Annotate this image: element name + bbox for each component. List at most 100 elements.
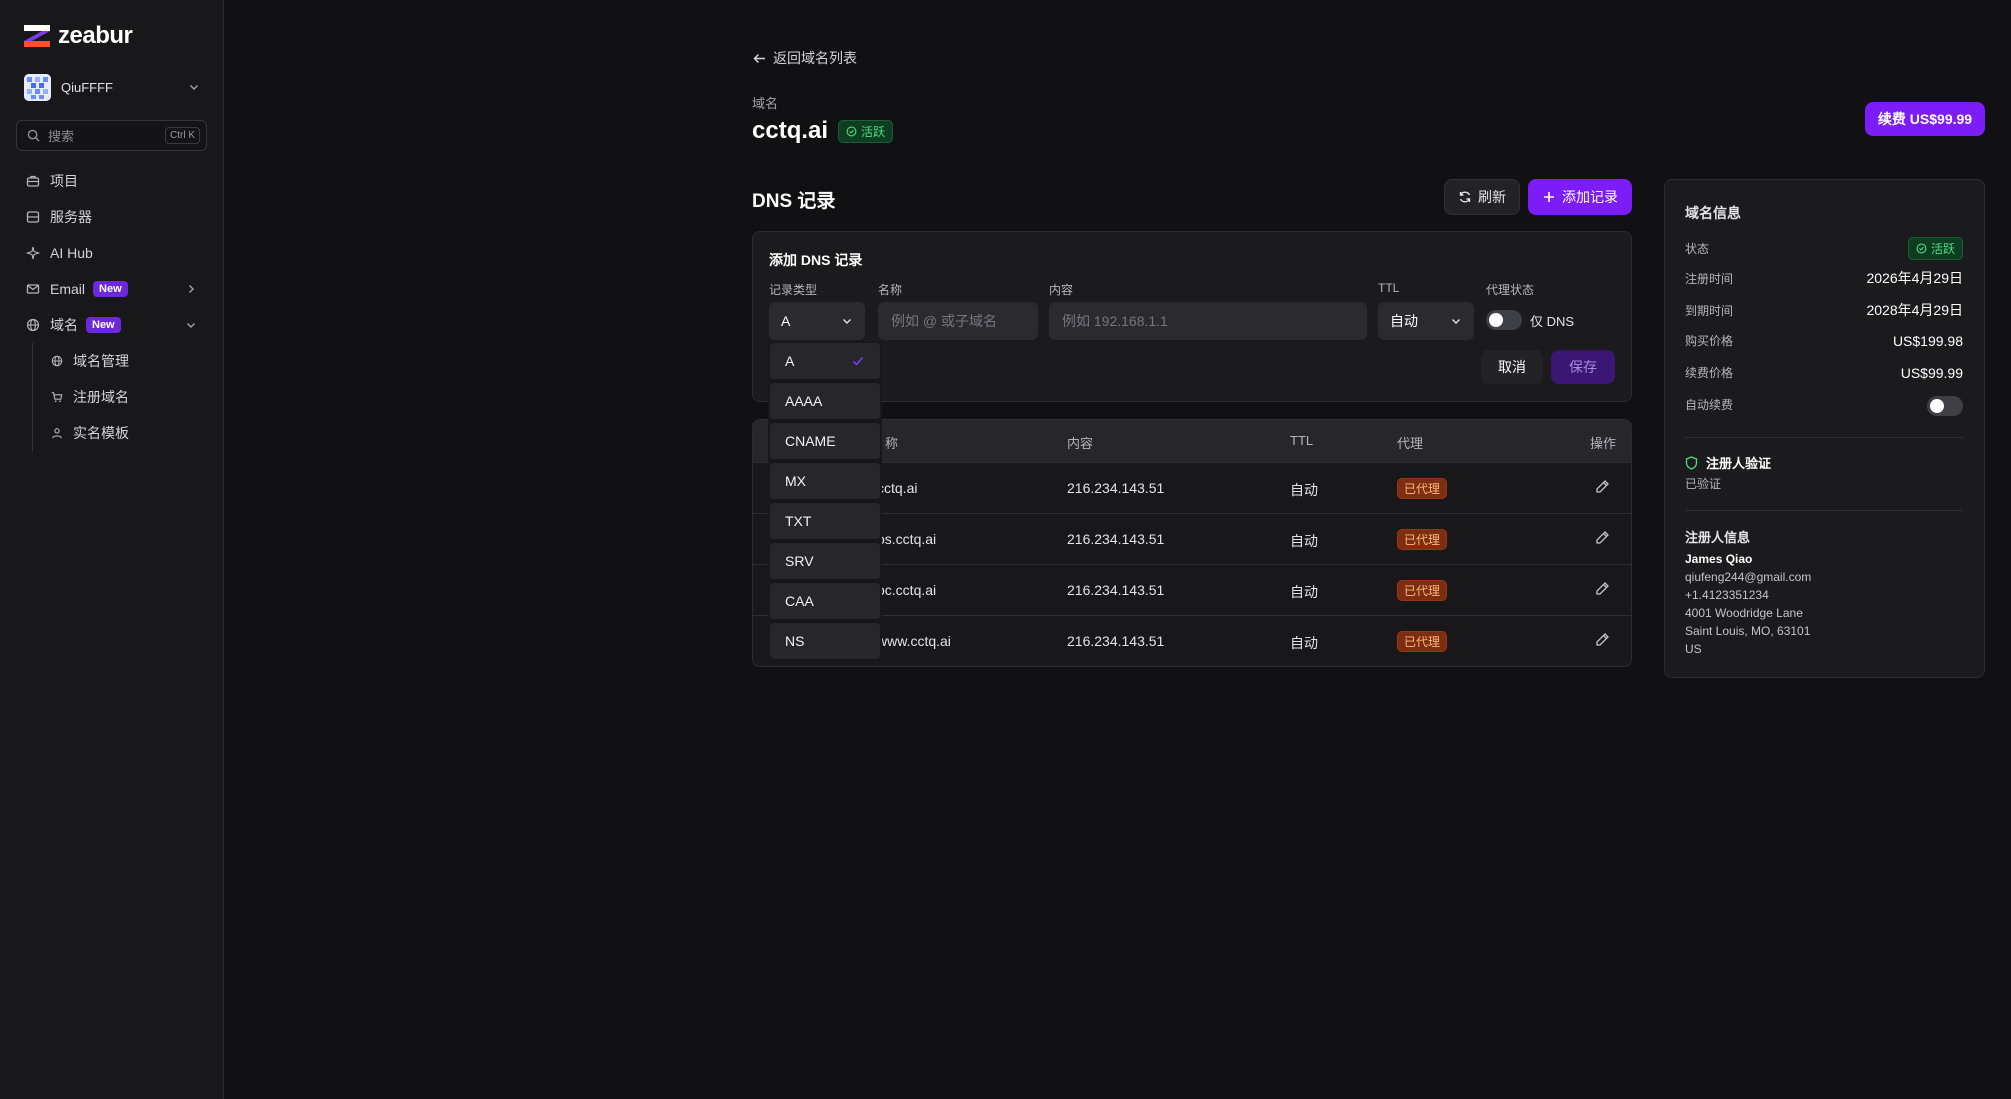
dropdown-option-a[interactable]: A <box>770 343 880 379</box>
status-badge: 活跃 <box>1907 237 1963 260</box>
record-type-value: A <box>781 313 791 329</box>
registrant-email: qiufeng244@gmail.com <box>1685 570 1812 584</box>
briefcase-icon <box>26 175 40 187</box>
sidebar-item-label: 域名 <box>50 317 78 333</box>
proxied-badge: 已代理 <box>1397 580 1448 601</box>
record-type-select[interactable]: A <box>769 302 865 340</box>
registrant-name: James Qiao <box>1685 552 1753 566</box>
search-shortcut: Ctrl K <box>165 127 200 144</box>
domain-label: 域名 <box>752 96 779 111</box>
column-header-proxy: 代理 <box>1397 436 1424 451</box>
record-ttl: 自动 <box>1290 584 1318 600</box>
content-input[interactable]: 例如 192.168.1.1 <box>1049 302 1367 340</box>
dropdown-option-cname[interactable]: CNAME <box>770 423 880 459</box>
name-placeholder: 例如 @ 或子域名 <box>891 313 997 329</box>
record-name: cctq.ai <box>877 480 918 496</box>
dropdown-option-ns[interactable]: NS <box>770 623 880 659</box>
sidebar-item-domain-management[interactable]: 域名管理 <box>41 343 207 379</box>
renew-button[interactable]: 续费 US$99.99 <box>1865 102 1985 136</box>
record-content: 216.234.143.51 <box>1067 480 1165 496</box>
info-row-renew-price: 续费价格 US$99.99 <box>1685 364 1963 381</box>
sidebar-item-label: 域名管理 <box>73 353 129 369</box>
team-name: QiuFFFF <box>61 79 113 95</box>
sidebar-item-domains[interactable]: 域名 New <box>16 307 207 343</box>
search-input[interactable]: 搜索 Ctrl K <box>16 120 207 151</box>
table-row[interactable]: oc.cctq.ai 216.234.143.51 自动 已代理 <box>753 564 1631 615</box>
info-row-expires: 到期时间 2028年4月29日 <box>1685 302 1963 318</box>
content-label: 内容 <box>1049 283 1074 297</box>
sidebar-item-label: 注册域名 <box>73 389 129 405</box>
sparkle-icon <box>26 246 40 260</box>
sidebar-item-email[interactable]: Email New <box>16 271 207 307</box>
name-label: 名称 <box>878 283 903 297</box>
ttl-select[interactable]: 自动 <box>1378 302 1474 340</box>
ttl-value: 自动 <box>1390 313 1418 329</box>
verification-status: 已验证 <box>1685 477 1722 491</box>
search-icon <box>27 129 40 142</box>
chevron-down-icon <box>187 323 195 328</box>
edit-pencil-icon[interactable] <box>1595 632 1610 647</box>
form-title: 添加 DNS 记录 <box>769 252 863 268</box>
table-row[interactable]: cctq.ai 216.234.143.51 自动 已代理 <box>753 462 1631 513</box>
record-content: 216.234.143.51 <box>1067 531 1165 547</box>
dropdown-option-aaaa[interactable]: AAAA <box>770 383 880 419</box>
registrant-country: US <box>1685 642 1702 656</box>
column-header-content: 内容 <box>1067 436 1094 451</box>
refresh-button[interactable]: 刷新 <box>1444 179 1520 215</box>
record-ttl: 自动 <box>1290 533 1318 549</box>
cart-icon <box>51 392 63 403</box>
table-row[interactable]: www.cctq.ai 216.234.143.51 自动 已代理 <box>753 615 1631 666</box>
sidebar-item-ai-hub[interactable]: AI Hub <box>16 235 207 271</box>
domain-name: cctq.ai <box>752 117 829 144</box>
name-input[interactable]: 例如 @ 或子域名 <box>878 302 1038 340</box>
info-title: 域名信息 <box>1685 205 1741 221</box>
cancel-button[interactable]: 取消 <box>1481 350 1543 384</box>
dropdown-option-txt[interactable]: TXT <box>770 503 880 539</box>
record-name: www.cctq.ai <box>877 633 951 649</box>
record-ttl: 自动 <box>1290 635 1318 651</box>
proxy-status-field: 仅 DNS <box>1486 310 1574 330</box>
back-to-domain-list-link[interactable]: 返回域名列表 <box>752 48 857 68</box>
team-switcher[interactable]: QiuFFFF <box>24 73 200 101</box>
record-content: 216.234.143.51 <box>1067 582 1165 598</box>
save-button[interactable]: 保存 <box>1551 350 1615 384</box>
registrant-info-title: 注册人信息 <box>1685 530 1751 545</box>
proxied-badge: 已代理 <box>1397 529 1448 550</box>
shield-icon <box>1685 455 1698 470</box>
domain-title: cctq.ai 活跃 <box>752 117 894 145</box>
sidebar-item-register-domain[interactable]: 注册域名 <box>41 379 207 415</box>
search-placeholder: 搜索 <box>48 129 75 144</box>
registrant-verification-title: 注册人验证 <box>1685 453 1771 472</box>
auto-renew-toggle[interactable] <box>1927 396 1963 416</box>
zeabur-logo[interactable]: zeabur <box>24 22 133 50</box>
add-record-button[interactable]: 添加记录 <box>1528 179 1632 215</box>
server-icon <box>26 211 40 223</box>
domains-subnav: 域名管理 注册域名 实名模板 <box>32 343 207 451</box>
team-avatar <box>24 73 51 101</box>
back-label: 返回域名列表 <box>773 50 857 66</box>
info-row-status: 状态 活跃 <box>1685 237 1963 260</box>
sidebar-nav: 项目 服务器 AI Hub Email New 域名 New 域名管理 注册域名… <box>16 163 207 451</box>
globe-icon <box>51 355 63 367</box>
info-row-registered: 注册时间 2026年4月29日 <box>1685 270 1963 286</box>
edit-pencil-icon[interactable] <box>1595 581 1610 596</box>
edit-pencil-icon[interactable] <box>1595 479 1610 494</box>
dropdown-option-srv[interactable]: SRV <box>770 543 880 579</box>
record-type-dropdown: A AAAA CNAME MX TXT SRV CAA NS <box>768 341 882 659</box>
sidebar-item-realname-template[interactable]: 实名模板 <box>41 415 207 451</box>
proxy-toggle-label: 仅 DNS <box>1530 313 1575 329</box>
record-name: oc.cctq.ai <box>877 582 937 598</box>
dropdown-option-mx[interactable]: MX <box>770 463 880 499</box>
column-header-ttl: TTL <box>1290 433 1314 448</box>
column-header-name: 称 <box>885 436 899 451</box>
proxied-badge: 已代理 <box>1397 631 1448 652</box>
sidebar-item-servers[interactable]: 服务器 <box>16 199 207 235</box>
proxy-toggle[interactable] <box>1486 310 1522 330</box>
chevron-right-icon <box>189 285 194 293</box>
sidebar-item-projects[interactable]: 项目 <box>16 163 207 199</box>
dropdown-option-caa[interactable]: CAA <box>770 583 880 619</box>
table-row[interactable]: os.cctq.ai 216.234.143.51 自动 已代理 <box>753 513 1631 564</box>
domain-info-panel: 域名信息 状态 活跃 注册时间 2026年4月29日 到期时间 2028年4月2… <box>1664 179 1985 678</box>
add-dns-record-form: 添加 DNS 记录 记录类型 A 名称 例如 @ 或子域名 内容 例如 192.… <box>752 231 1632 402</box>
edit-pencil-icon[interactable] <box>1595 530 1610 545</box>
